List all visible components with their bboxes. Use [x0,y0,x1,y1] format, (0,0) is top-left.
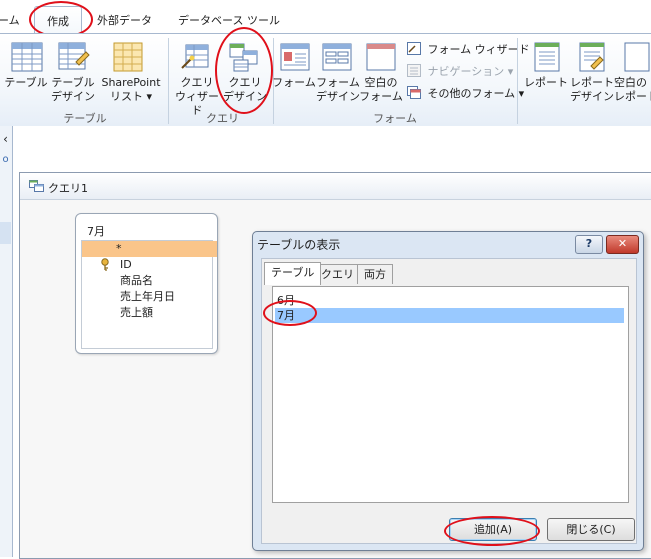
navigation-icon [407,64,421,77]
report-design-button[interactable]: レポート デザイン [566,76,618,104]
form-design-button[interactable]: フォーム デザイン [314,76,362,104]
sharepoint-label-1: SharePoint [101,76,161,89]
query-design-button[interactable]: クエリ デザイン [219,76,271,104]
report-design-label-2: デザイン [570,90,614,103]
navigation-button[interactable]: ナビゲーション ▾ [407,63,513,79]
field-row-id[interactable]: ID [82,257,217,273]
blank-form-label-1: 空白の [364,76,398,89]
form-button[interactable]: フォーム [272,76,316,90]
close-icon[interactable]: ✕ [606,235,639,254]
blank-report-label-2: レポート [614,90,651,103]
more-forms-label: その他のフォーム ▾ [427,87,525,100]
form-label: フォーム [272,76,316,89]
query-window-titlebar: クエリ1 [20,173,651,200]
tab-home-partial[interactable]: ーム [0,12,20,28]
blank-form-icon [366,42,398,75]
dialog-title: テーブルの表示 [257,238,341,252]
blank-form-label-2: フォーム [359,90,403,103]
tab-external-data[interactable]: 外部データ [97,12,152,28]
tab-both[interactable]: 両方 [357,264,393,284]
tab-tables[interactable]: テーブル [264,262,322,285]
table-design-button[interactable]: テーブル デザイン [48,76,98,104]
table-button[interactable]: テーブル [2,76,50,90]
list-item-june[interactable]: 6月 [275,293,624,308]
tab-database-tools[interactable]: データベース ツール [178,12,280,28]
dialog-body: テーブル クエリ 両方 6月 7月 追加(A) 閉じる(C) [261,258,637,544]
report-design-icon [577,42,609,75]
query-window-title: クエリ1 [48,182,88,195]
navigation-pane-strip: ‹ o [0,126,13,557]
table-group-label: テーブル [63,112,107,125]
sharepoint-list-button[interactable]: SharePoint リスト ▾ [96,76,166,104]
field-id-label: ID [120,258,132,271]
form-design-label-2: デザイン [316,90,360,103]
field-row-product[interactable]: 商品名 [82,273,217,289]
sharepoint-label-2: リスト ▾ [109,90,153,103]
more-forms-button[interactable]: その他のフォーム ▾ [407,85,524,101]
query-wizard-label-1: クエリ [180,76,214,89]
blank-report-icon [622,42,651,75]
close-button[interactable]: 閉じる(C) [547,518,635,541]
field-list[interactable]: 7月 * ID 商品名 売上年月日 売上額 [75,213,218,354]
show-table-dialog: テーブルの表示 ? ✕ テーブル クエリ 両方 6月 7月 追加(A) 閉じる(… [252,231,644,551]
navigation-label: ナビゲーション ▾ [427,65,514,78]
query-design-label-1: クエリ [228,76,262,89]
table-design-label-1: テーブル [51,76,95,89]
field-row-all[interactable]: * [82,241,217,257]
form-wizard-icon [407,42,421,55]
table-design-icon [58,42,90,75]
form-wizard-button[interactable]: フォーム ウィザード [407,41,530,57]
query-group-label: クエリ [206,112,239,125]
tab-create[interactable]: 作成 [34,6,82,35]
form-wizard-label: フォーム ウィザード [427,43,530,56]
form-group-label: フォーム [373,112,417,125]
report-design-label-1: レポート [570,76,614,89]
add-button[interactable]: 追加(A) [449,518,537,541]
help-button[interactable]: ? [575,235,603,254]
collapse-chevron-icon[interactable]: ‹ [0,132,11,146]
query-design-icon [228,42,260,75]
form-design-icon [322,42,354,75]
field-row-sales-date[interactable]: 売上年月日 [82,289,217,305]
field-list-title: 7月 [87,225,105,238]
more-forms-icon [407,86,421,99]
table-design-label-2: デザイン [51,90,95,103]
report-button[interactable]: レポート [522,76,570,90]
blank-report-label-1: 空白の [614,76,647,89]
table-list[interactable]: 6月 7月 [272,286,629,503]
query-wizard-icon [180,42,212,75]
query-icon [29,180,44,195]
form-icon [280,42,312,75]
ribbon-tab-bar: ーム 作成 外部データ データベース ツール [0,0,651,38]
query-design-label-2: デザイン [223,90,267,103]
blank-report-button[interactable]: 空白の レポート [614,76,651,104]
sharepoint-list-icon [113,42,145,75]
form-design-label-1: フォーム [316,76,360,89]
table-icon [11,42,43,75]
group-separator [517,38,518,124]
field-list-box: * ID 商品名 売上年月日 売上額 [81,240,217,349]
list-item-july[interactable]: 7月 [275,308,624,323]
ribbon: テーブル テーブル デザイン SharePoint リスト ▾ テーブル クエリ… [0,27,651,127]
blank-form-button[interactable]: 空白の フォーム [358,76,404,104]
report-icon [532,42,564,75]
search-icon[interactable]: o [0,154,11,165]
nav-selected-item[interactable] [0,222,11,244]
report-label: レポート [524,76,568,89]
field-row-sales-amount[interactable]: 売上額 [82,305,217,321]
table-button-label: テーブル [4,76,48,89]
group-separator [168,38,169,124]
